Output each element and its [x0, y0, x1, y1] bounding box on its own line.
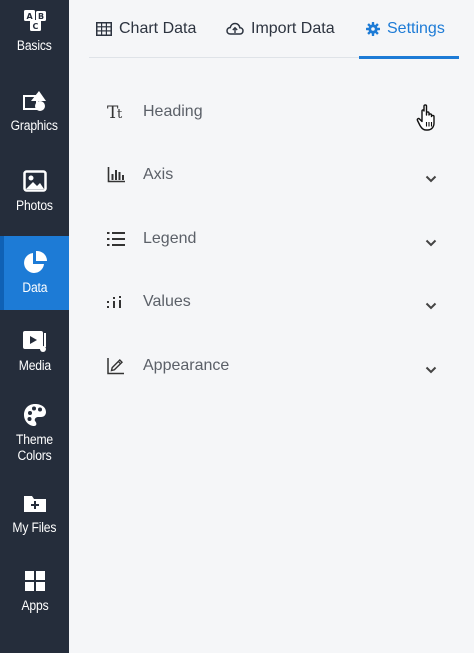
text-style-icon: T t	[107, 103, 131, 121]
accordion-label: Values	[143, 293, 191, 310]
sidebar-item-label: My Files	[12, 520, 57, 535]
tab-chart-data[interactable]: Chart Data	[96, 0, 196, 58]
accordion-label: Heading	[143, 103, 203, 120]
video-icon	[22, 328, 48, 354]
active-indicator	[0, 236, 4, 310]
settings-panel: Chart Data Import Data Settings T t Head…	[69, 0, 474, 653]
apps-grid-icon	[22, 568, 48, 594]
chevron-down-icon[interactable]	[425, 295, 437, 314]
sidebar-item-data[interactable]: Data	[0, 236, 69, 310]
sidebar-item-theme-colors[interactable]: Theme Colors	[0, 402, 69, 470]
svg-text:B: B	[38, 12, 44, 21]
values-icon	[107, 294, 131, 310]
tab-label: Import Data	[251, 20, 335, 37]
sidebar-item-label: Apps	[20, 598, 48, 613]
sidebar-item-my-files[interactable]: My Files	[0, 490, 69, 548]
accordion-legend[interactable]: Legend	[107, 219, 443, 259]
gear-icon	[366, 22, 380, 36]
chevron-down-icon[interactable]	[425, 168, 437, 187]
accordion-heading[interactable]: T t Heading	[107, 92, 443, 132]
pie-chart-icon	[22, 250, 48, 276]
tab-label: Settings	[387, 20, 445, 37]
sidebar-item-label: Graphics	[10, 118, 59, 133]
svg-text:A: A	[26, 12, 33, 21]
chevron-down-icon[interactable]	[425, 232, 437, 251]
accordion-label: Appearance	[143, 357, 230, 374]
list-icon	[107, 231, 131, 247]
accordion-label: Axis	[143, 166, 174, 183]
palette-icon	[22, 402, 48, 428]
pencil-icon	[107, 357, 131, 375]
sidebar-item-basics[interactable]: A B C Basics	[0, 8, 69, 66]
svg-text:C: C	[32, 22, 38, 31]
sidebar-item-apps[interactable]: Apps	[0, 568, 69, 626]
active-tab-underline	[359, 56, 459, 59]
tab-settings[interactable]: Settings	[359, 0, 459, 59]
shapes-icon	[22, 88, 48, 114]
accordion-appearance[interactable]: Appearance	[107, 346, 443, 386]
abc-blocks-icon: A B C	[22, 8, 48, 34]
tab-label: Chart Data	[119, 20, 197, 37]
accordion-label: Legend	[143, 230, 197, 247]
sidebar-item-label: Basics	[17, 38, 52, 53]
sidebar-item-label: Photos	[16, 198, 53, 213]
sidebar-item-label: Media	[18, 358, 51, 373]
sidebar-item-label: Data	[22, 280, 47, 295]
table-icon	[96, 22, 112, 36]
tab-import-data[interactable]: Import Data	[226, 0, 335, 58]
sidebar: A B C Basics Graphics Photos Data Media …	[0, 0, 69, 653]
hand-cursor-icon	[416, 103, 440, 137]
accordion-axis[interactable]: Axis	[107, 155, 443, 195]
image-icon	[22, 168, 48, 194]
folder-plus-icon	[22, 490, 48, 516]
sidebar-item-photos[interactable]: Photos	[0, 168, 69, 226]
chevron-down-icon[interactable]	[425, 359, 437, 378]
sidebar-item-graphics[interactable]: Graphics	[0, 88, 69, 146]
svg-text:t: t	[117, 107, 123, 121]
sidebar-item-label: Theme Colors	[16, 432, 53, 463]
cloud-upload-icon	[226, 22, 244, 36]
bar-chart-icon	[107, 167, 131, 183]
tab-bar: Chart Data Import Data Settings	[89, 0, 459, 59]
sidebar-item-media[interactable]: Media	[0, 328, 69, 386]
accordion-values[interactable]: Values	[107, 282, 443, 322]
